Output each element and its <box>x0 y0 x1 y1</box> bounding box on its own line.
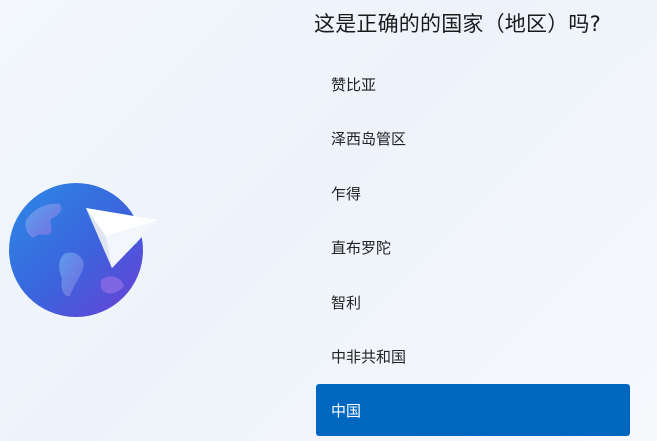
page-title: 这是正确的的国家（地区）吗? <box>314 12 601 36</box>
globe-illustration <box>8 180 158 320</box>
list-item[interactable]: 直布罗陀 <box>316 221 630 276</box>
list-item[interactable]: 赞比亚 <box>316 57 630 112</box>
list-item[interactable]: 乍得 <box>316 166 630 221</box>
list-item[interactable]: 智利 <box>316 275 630 330</box>
list-item-selected[interactable]: 中国 <box>316 384 630 436</box>
region-list: 赞比亚 泽西岛管区 乍得 直布罗陀 智利 中非共和国 中国 <box>316 57 630 436</box>
list-item[interactable]: 泽西岛管区 <box>316 112 630 167</box>
list-item[interactable]: 中非共和国 <box>316 330 630 385</box>
globe-with-paper-plane-icon <box>9 183 158 317</box>
